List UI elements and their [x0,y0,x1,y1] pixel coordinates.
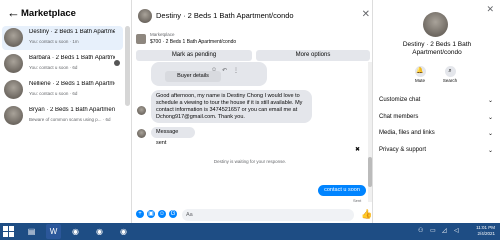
chevron-down-icon: ⌄ [487,148,493,154]
chrome-icon[interactable]: ◉ [68,224,83,239]
chevron-down-icon: ⌄ [487,131,493,137]
mute-label: Mute [414,78,425,83]
close-icon[interactable]: ✕ [362,9,370,20]
scrollbar-thumb[interactable] [368,157,372,187]
network-icon[interactable]: ◿ [442,227,447,234]
mute-button[interactable]: 🔔 Mute [405,66,435,83]
conversation-preview: You: contact u soon · 1m [29,39,79,44]
conversation-item-barbara[interactable]: Barbara · 2 Beds 1 Bath Apartme... You: … [2,52,123,76]
search-button[interactable]: ⌕ Search [435,66,465,83]
word-icon[interactable]: W [46,224,61,239]
search-label: Search [442,78,458,83]
customize-chat-row[interactable]: Customize chat ⌄ [379,97,493,107]
clock-date: 2/4/2021 [477,231,495,236]
gif-icon[interactable]: G [169,210,177,218]
chevron-down-icon: ⌄ [487,115,493,121]
left-header: ← Marketplace [0,0,131,24]
listing-banner[interactable]: Marketplace $700 · 2 Beds 1 Bath Apartme… [136,32,371,48]
row-label: Customize chat [379,97,421,103]
bell-icon: 🔔 [414,66,426,77]
avatar [4,80,23,99]
chat-title[interactable]: Destiny · 2 Beds 1 Bath Apartment/condo [156,11,294,20]
avatar [4,54,23,73]
chat-header: Destiny · 2 Beds 1 Bath Apartment/condo … [132,0,374,32]
conversation-name: Destiny · 2 Beds 1 Bath Apartme... [29,29,115,35]
seen-avatar [114,60,120,66]
chevron-down-icon: ⌄ [487,98,493,104]
details-panel: ✕ Destiny · 2 Beds 1 Bath Apartment/cond… [373,0,500,223]
left-scrollbar[interactable] [125,26,130,106]
message-thread: Buyer details ☺ ↶ ⋮ Good afternoon, my n… [132,62,368,207]
profile-name: Destiny · 2 Beds 1 Bath Apartment/condo [402,41,472,56]
search-icon: ⌕ [444,66,456,77]
composer-bar: + ▣ ☺ G Aa 👍 [132,207,374,223]
avatar [4,28,23,47]
row-label: Media, files and links [379,130,435,136]
conversation-item-bryan[interactable]: Bryan · 2 Beds 1 Bath Apartmen... Beware… [2,104,123,128]
conversation-preview: You: contact u soon · 6d [29,91,78,96]
conversation-item-nelliene[interactable]: Nelliene · 2 Beds 1 Bath Apartme... You:… [2,78,123,102]
volume-icon[interactable]: ◁ [454,227,459,234]
battery-icon[interactable]: ▭ [430,227,436,234]
listing-price: $700 · 2 Beds 1 Bath Apartment/condo [150,39,237,45]
conversation-name: Barbara · 2 Beds 1 Bath Apartme... [29,55,115,61]
reply-icon[interactable]: ↶ [222,67,227,74]
conversation-name: Nelliene · 2 Beds 1 Bath Apartme... [29,81,115,87]
more-icon[interactable]: ⋮ [233,67,239,74]
conversation-name: Bryan · 2 Beds 1 Bath Apartmen... [29,107,115,113]
chrome-icon[interactable]: ◉ [116,224,131,239]
mark-pending-button[interactable]: Mark as pending [136,50,252,61]
avatar[interactable] [138,9,152,23]
chat-members-row[interactable]: Chat members ⌄ [379,114,493,124]
message-input[interactable]: Aa [182,209,354,221]
avatar [137,129,146,138]
row-label: Chat members [379,114,419,120]
arrow-left-icon[interactable]: ← [7,5,20,20]
media-files-row[interactable]: Media, files and links ⌄ [379,130,493,140]
windows-start-icon[interactable] [3,226,14,237]
privacy-support-row[interactable]: Privacy & support ⌄ [379,147,493,157]
chat-panel: Destiny · 2 Beds 1 Bath Apartment/condo … [131,0,373,223]
taskbar: ▤ W ◉ ◉ ◉ ⚇ ▭ ◿ ◁ 11:01 PM 2/4/2021 [0,223,500,240]
row-label: Privacy & support [379,147,427,153]
chat-scrollbar[interactable] [368,62,372,202]
message-bubble: Good afternoon, my name is Destiny Chong… [151,90,312,123]
listing-thumbnail [136,34,146,44]
more-options-button[interactable]: More options [256,50,370,61]
profile-avatar[interactable] [423,12,448,37]
image-icon[interactable]: ▣ [147,210,155,218]
conversation-preview: You: contact u soon · 6d [29,65,78,70]
sent-status: Sent [353,198,362,203]
listing-label: Marketplace [150,32,175,37]
file-explorer-icon[interactable]: ▤ [24,224,39,239]
system-clock[interactable]: 11:01 PM 2/4/2021 [476,225,495,237]
buyer-details-card: Buyer details [151,62,267,86]
message-bubble-sent: Message sent [151,127,195,146]
messenger-window: ← Marketplace Destiny · 2 Beds 1 Bath Ap… [0,0,500,223]
plus-icon[interactable]: + [136,210,144,218]
conversation-preview: Beware of common scams using p... · 6d [29,117,111,122]
chrome-icon[interactable]: ◉ [92,224,107,239]
thumbs-up-icon[interactable]: 👍 [361,209,372,220]
people-icon[interactable]: ⚇ [418,227,423,234]
waiting-notice: Destiny is waiting for your response. [213,159,287,164]
conversation-item-destiny[interactable]: Destiny · 2 Beds 1 Bath Apartme... You: … [2,26,123,50]
avatar [4,106,23,125]
avatar [137,106,146,115]
conversation-list-panel: ← Marketplace Destiny · 2 Beds 1 Bath Ap… [0,0,131,223]
dismiss-icon[interactable]: ✖ [355,146,360,153]
sticker-icon[interactable]: ☺ [158,210,166,218]
close-icon[interactable]: ✕ [486,4,494,15]
react-icon[interactable]: ☺ [211,67,217,73]
my-message-bubble: contact u soon [318,185,366,196]
marketplace-title: Marketplace [21,8,76,19]
